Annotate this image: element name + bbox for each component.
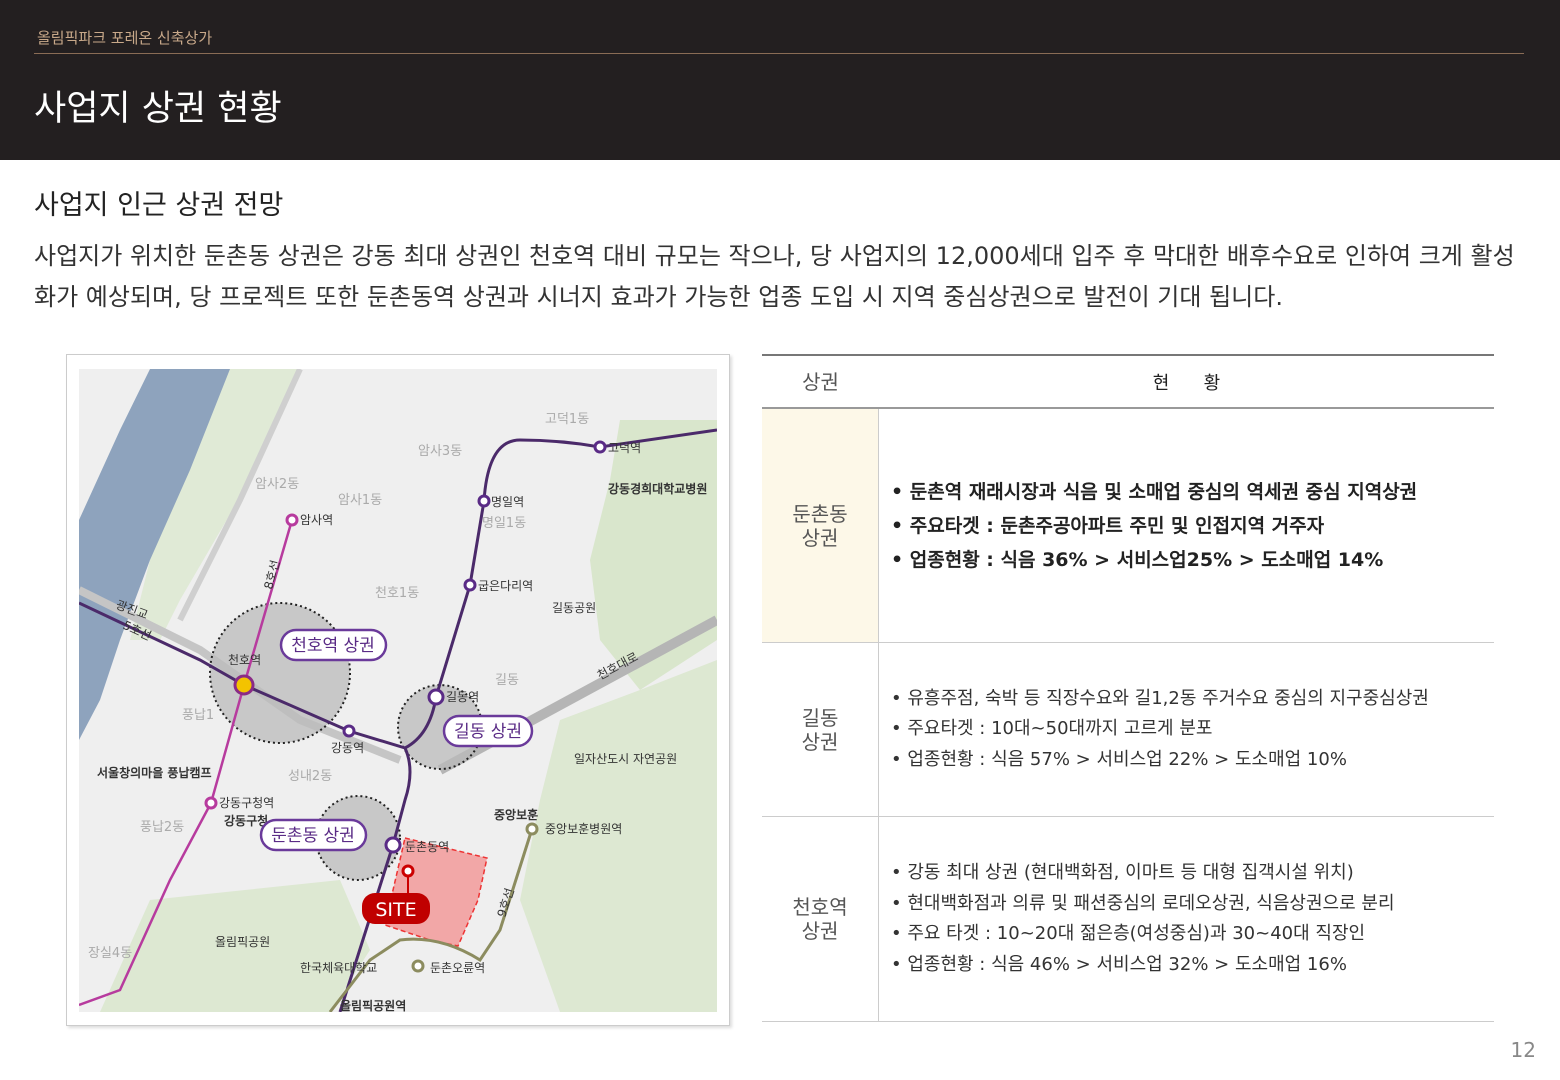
map-drawing: 암사3동 암사2동 암사1동 고덕1동 명일1동 천호1동 길동 성내2동 풍납… xyxy=(79,369,717,1012)
area-name-text: 천호역 상권 xyxy=(792,895,848,943)
station-marker xyxy=(204,796,218,810)
list-item: • 업종현황 : 식음 36% > 서비스업25% > 도소매업 14% xyxy=(891,548,1384,571)
map-label: 한국체육대학교 xyxy=(300,961,377,975)
divider xyxy=(34,53,1524,54)
list-item: • 강동 최대 상권 (현대백화점, 이마트 등 대형 집객시설 위치) xyxy=(891,862,1354,883)
map-label: 장실4동 xyxy=(88,946,132,961)
list-item: • 현대백화점과 의류 및 패션중심의 로데오상권, 식음상권으로 분리 xyxy=(891,892,1395,914)
map-label: 둔촌오륜역 xyxy=(430,961,485,975)
header-status: 현 황 xyxy=(1152,372,1221,394)
map-label: 올림픽공원 xyxy=(215,935,270,949)
map-label: 명일역 xyxy=(491,495,524,509)
map-label: 중앙보훈병원역 xyxy=(545,822,622,836)
map-label: 암사3동 xyxy=(418,444,462,459)
table-row: 길동 상권 • 유흥주점, 숙박 등 직장수요와 길1,2동 주거수요 중심의 … xyxy=(762,643,1494,817)
map-label: 고덕역 xyxy=(608,441,641,455)
section-description: 사업지가 위치한 둔촌동 상권은 강동 최대 상권인 천호역 대비 규모는 작으… xyxy=(34,242,1515,311)
map-label: 둔촌동역 xyxy=(405,840,449,854)
page-title: 사업지 상권 현황 xyxy=(34,89,282,129)
header: 올림픽파크 포레온 신축상가 사업지 상권 현황 xyxy=(0,0,1560,160)
map-label: 길동역 xyxy=(446,690,479,704)
map-label: 고덕1동 xyxy=(545,412,589,427)
section-subtitle: 사업지 인근 상권 전망 xyxy=(34,190,284,221)
map-label: 9호선 xyxy=(495,886,517,919)
brand-name: 올림픽파크 포레온 신축상가 xyxy=(37,29,213,47)
map-label: 길동공원 xyxy=(552,601,596,615)
map-label: 성내2동 xyxy=(288,769,332,784)
map-label: 암사역 xyxy=(300,513,333,527)
header-area: 상권 xyxy=(802,369,839,394)
station-marker xyxy=(285,513,299,527)
map-label: 풍납2동 xyxy=(140,820,184,835)
page-number: 12 xyxy=(1510,1038,1536,1062)
table-row: 천호역 상권 • 강동 최대 상권 (현대백화점, 이마트 등 대형 집객시설 … xyxy=(762,817,1494,1022)
list-item: • 주요 타겟 : 10~20대 젊은층(여성중심)과 30~40대 직장인 xyxy=(891,923,1366,944)
map-label: 굽은다리역 xyxy=(478,579,533,593)
station-marker xyxy=(411,959,425,973)
list-item: • 주요타겟 : 둔촌주공아파트 주민 및 인접지역 거주자 xyxy=(891,514,1325,537)
map-label: 암사1동 xyxy=(338,493,382,508)
site-area xyxy=(384,837,488,947)
area-name: 둔촌동 상권 xyxy=(762,409,879,642)
map-label: SITE xyxy=(375,899,416,921)
map-label: 둔촌동 상권 xyxy=(271,826,355,846)
map-label: 길동 xyxy=(495,673,519,688)
area-name: 길동 상권 xyxy=(762,643,879,816)
map-label: 천호역 xyxy=(228,652,261,667)
list-item: • 유흥주점, 숙박 등 직장수요와 길1,2동 주거수요 중심의 지구중심상권 xyxy=(891,687,1429,709)
trade-area-table: 상권 현 황 둔촌동 상권 • 둔촌역 재래시장과 식음 및 소매업 중심의 역… xyxy=(762,354,1494,1022)
map-label: 중앙보훈 xyxy=(494,807,538,822)
map-label: 8호선 xyxy=(261,558,282,590)
table-header: 상권 현 황 xyxy=(762,356,1494,409)
map-label: 올림픽공원역 xyxy=(340,998,406,1012)
table-row: 둔촌동 상권 • 둔촌역 재래시장과 식음 및 소매업 중심의 역세권 중심 지… xyxy=(762,409,1494,643)
map-label: 일자산도시 자연공원 xyxy=(574,752,677,766)
area-label-gildong: 길동 상권 xyxy=(442,714,534,748)
map-label: 천호1동 xyxy=(375,586,419,601)
map-label: 서울창의마을 풍납캠프 xyxy=(97,765,212,780)
map-label: 길동 상권 xyxy=(454,722,522,742)
station-marker xyxy=(525,822,539,836)
map-label: 강동구청 xyxy=(224,813,268,828)
map-label: 강동역 xyxy=(331,741,364,755)
list-item: • 업종현황 : 식음 57% > 서비스업 22% > 도소매업 10% xyxy=(891,748,1347,770)
area-status: • 둔촌역 재래시장과 식음 및 소매업 중심의 역세권 중심 지역상권 • 주… xyxy=(879,409,1494,642)
list-item: • 주요타겟 : 10대~50대까지 고르게 분포 xyxy=(891,718,1213,740)
map-label: 암사2동 xyxy=(255,477,299,492)
area-label-cheonho: 천호역 상권 xyxy=(279,628,388,662)
area-status: • 강동 최대 상권 (현대백화점, 이마트 등 대형 집객시설 위치) • 현… xyxy=(879,817,1494,1021)
map-label: 강동구청역 xyxy=(219,796,274,810)
area-name: 천호역 상권 xyxy=(762,817,879,1021)
map-label: 천호역 상권 xyxy=(291,636,375,656)
list-item: • 업종현황 : 식음 46% > 서비스업 32% > 도소매업 16% xyxy=(891,953,1347,975)
area-map: 암사3동 암사2동 암사1동 고덕1동 명일1동 천호1동 길동 성내2동 풍납… xyxy=(79,369,717,1012)
area-status: • 유흥주점, 숙박 등 직장수요와 길1,2동 주거수요 중심의 지구중심상권… xyxy=(879,643,1494,816)
map-label: 명일1동 xyxy=(482,516,526,531)
area-label-dunchon: 둔촌동 상권 xyxy=(259,818,368,852)
map-label: 풍납1 xyxy=(182,708,214,723)
map-label: 강동경희대학교병원 xyxy=(608,481,707,496)
transfer-station-icon xyxy=(233,674,255,696)
area-name-text: 둔촌동 상권 xyxy=(792,501,848,550)
area-name-text: 길동 상권 xyxy=(801,705,839,754)
list-item: • 둔촌역 재래시장과 식음 및 소매업 중심의 역세권 중심 지역상권 xyxy=(891,480,1418,503)
